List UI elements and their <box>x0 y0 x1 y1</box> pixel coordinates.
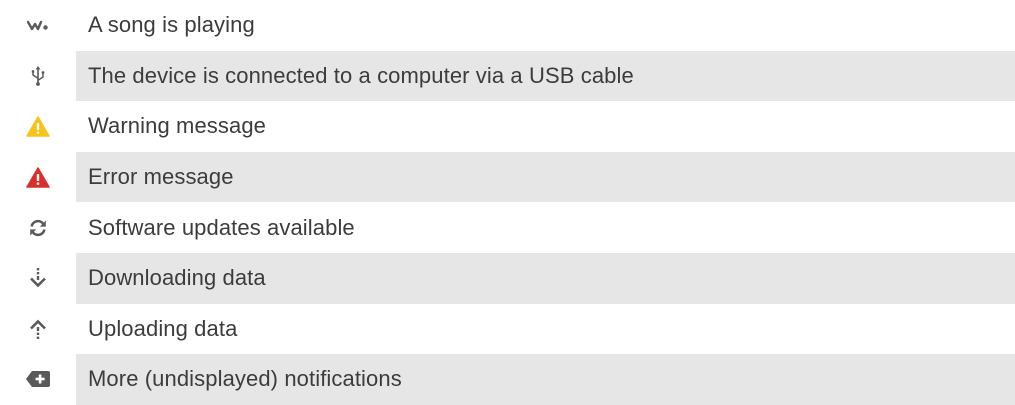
row-label: Downloading data <box>88 265 266 291</box>
table-row: The device is connected to a computer vi… <box>0 50 1015 102</box>
row-label: The device is connected to a computer vi… <box>88 62 634 88</box>
table-row: Software updates available <box>0 202 1015 253</box>
error-icon <box>0 152 76 203</box>
upload-icon <box>0 304 76 355</box>
table-row: More (undisplayed) notifications <box>0 354 1015 405</box>
table-row: Warning message <box>0 101 1015 152</box>
row-label: Error message <box>88 164 234 190</box>
walkman-icon <box>0 0 76 51</box>
row-label-cell: Software updates available <box>76 202 1015 253</box>
table-row: Downloading data <box>0 252 1015 304</box>
row-label-cell: Warning message <box>76 101 1015 152</box>
row-label: Software updates available <box>88 214 355 240</box>
row-label-cell: Error message <box>76 151 1015 203</box>
more-notifications-icon <box>0 354 76 405</box>
row-label-cell: A song is playing <box>76 0 1015 51</box>
row-label: More (undisplayed) notifications <box>88 366 402 392</box>
row-label-cell: Downloading data <box>76 252 1015 304</box>
row-label: A song is playing <box>88 12 255 38</box>
table-row: Uploading data <box>0 304 1015 355</box>
row-label-cell: More (undisplayed) notifications <box>76 354 1015 405</box>
row-label: Warning message <box>88 113 266 139</box>
warning-icon <box>0 101 76 152</box>
usb-icon <box>0 51 76 102</box>
download-icon <box>0 253 76 304</box>
table-row: Error message <box>0 151 1015 203</box>
row-label-cell: The device is connected to a computer vi… <box>76 50 1015 102</box>
row-label: Uploading data <box>88 315 238 341</box>
sync-update-icon <box>0 202 76 253</box>
notification-icon-table: A song is playing The device is connecte… <box>0 0 1015 405</box>
table-row: A song is playing <box>0 0 1015 51</box>
row-label-cell: Uploading data <box>76 304 1015 355</box>
